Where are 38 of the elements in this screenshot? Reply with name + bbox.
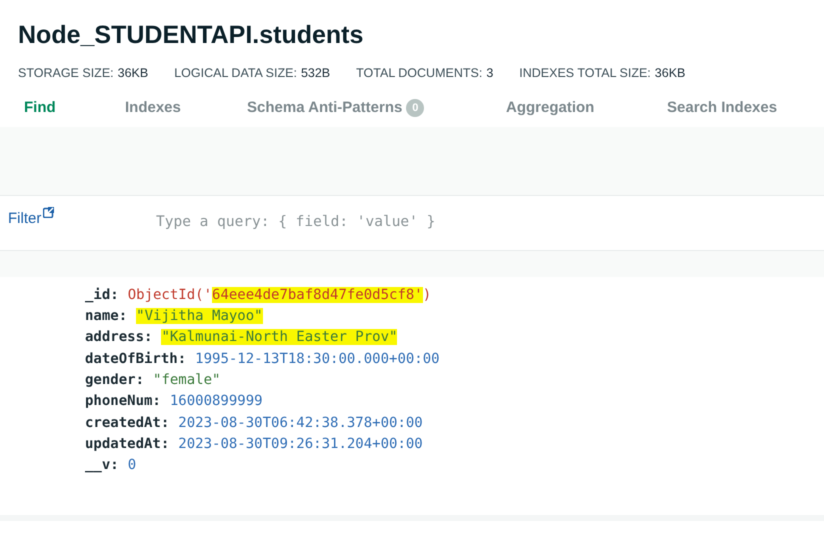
stat-label: TOTAL DOCUMENTS:	[356, 65, 482, 82]
stat-value: 36KB	[654, 65, 686, 82]
count-badge: 0	[406, 99, 424, 117]
filter-link[interactable]: Filter	[8, 208, 148, 230]
query-field[interactable]: Type a query: { field: 'value' }	[156, 212, 436, 234]
field-value: 0	[128, 457, 136, 474]
field-key: _id:	[85, 284, 119, 306]
tab[interactable]: Indexes	[119, 96, 241, 120]
field-key: name:	[85, 306, 128, 328]
field-value: )	[422, 286, 432, 303]
stat-label: INDEXES TOTAL SIZE:	[519, 65, 651, 82]
collection-title: Node_STUDENTAPI.students	[18, 20, 364, 51]
field-value: 2023-08-30T09:26:31.204+00:00	[178, 436, 423, 452]
field-value: 2023-08-30T06:42:38.378+00:00	[178, 414, 423, 431]
field-key: address:	[85, 327, 152, 349]
highlighted-value: 64eee4de7baf8d47fe0d5cf8'	[212, 286, 423, 303]
field-value: 1995-12-13T18:30:00.000+00:00	[195, 350, 440, 367]
field-key: gender:	[85, 370, 144, 392]
stat-value: 3	[486, 65, 494, 82]
field-value: ObjectId('	[128, 286, 212, 303]
stat-value: 36KB	[118, 65, 148, 82]
field-value: 16000899999	[170, 393, 263, 410]
tab[interactable]: Schema Anti-Patterns 0	[241, 96, 500, 120]
stat-label: LOGICAL DATA SIZE:	[174, 65, 297, 82]
highlighted-value: "Kalmunai-North Easter Prov"	[161, 329, 398, 346]
field-key: updatedAt:	[85, 434, 170, 456]
field-key: phoneNum:	[85, 391, 161, 413]
tab[interactable]: Find	[18, 96, 119, 120]
field-key: __v:	[85, 455, 119, 476]
tab[interactable]: Search Indexes	[661, 96, 801, 120]
highlighted-value: "Vijitha Mayoo"	[136, 308, 263, 324]
tab[interactable]: Aggregation	[500, 96, 661, 120]
stat-label: STORAGE SIZE:	[18, 65, 114, 82]
external-link-icon	[43, 206, 54, 218]
field-key: createdAt:	[85, 412, 170, 434]
stat-value: 532B	[300, 65, 330, 82]
field-value: "female"	[153, 372, 220, 388]
field-key: dateOfBirth:	[85, 348, 186, 370]
